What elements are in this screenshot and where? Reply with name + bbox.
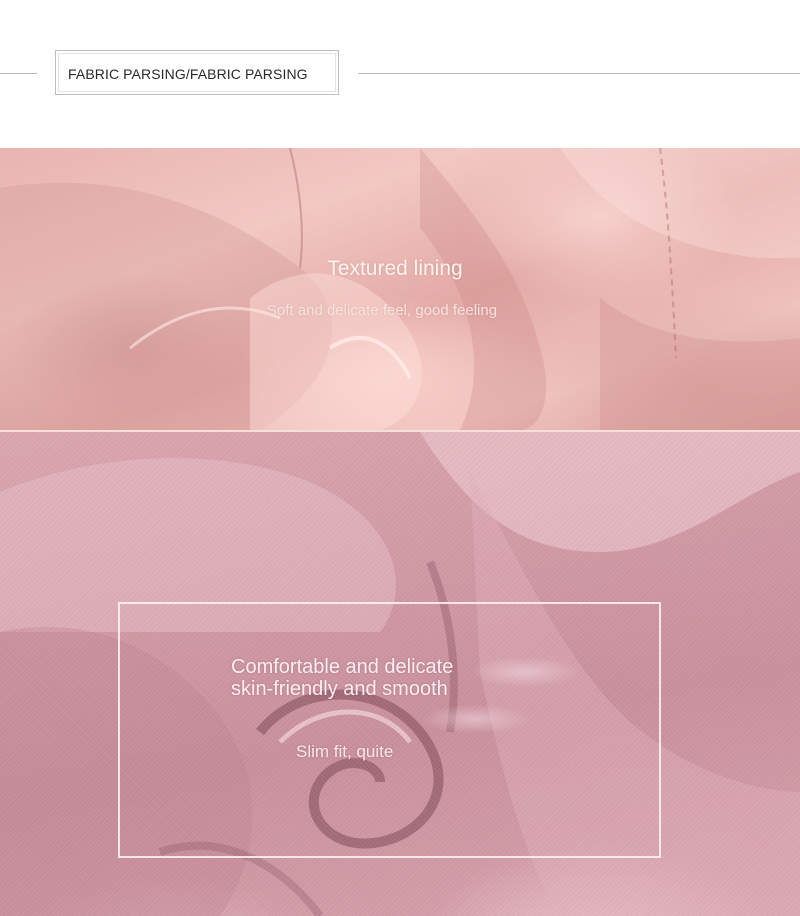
- header-rule-right: [358, 73, 800, 74]
- lining-fold-shading: [0, 148, 800, 430]
- callout-frame: [118, 602, 661, 858]
- section-title-box: FABRIC PARSING/FABRIC PARSING: [55, 50, 339, 95]
- product-detail-page: FABRIC PARSING/FABRIC PARSING Textured l…: [0, 0, 800, 916]
- lining-fabric-image: Textured lining Soft and delicate feel, …: [0, 148, 800, 430]
- lining-title: Textured lining: [327, 257, 463, 280]
- crepe-heading-line1: Comfortable and delicate: [231, 656, 454, 678]
- section-header: FABRIC PARSING/FABRIC PARSING: [0, 0, 800, 148]
- section-title: FABRIC PARSING/FABRIC PARSING: [68, 66, 308, 82]
- lining-subtitle: Soft and delicate feel, good feeling: [266, 302, 498, 319]
- crepe-subtitle: Slim fit, quite: [296, 742, 394, 761]
- crepe-fabric-image: Comfortable and delicate skin-friendly a…: [0, 432, 800, 916]
- crepe-heading-line2: skin-friendly and smooth: [231, 678, 448, 700]
- crepe-heading: Comfortable and delicate skin-friendly a…: [231, 656, 453, 700]
- header-rule-left: [0, 73, 37, 74]
